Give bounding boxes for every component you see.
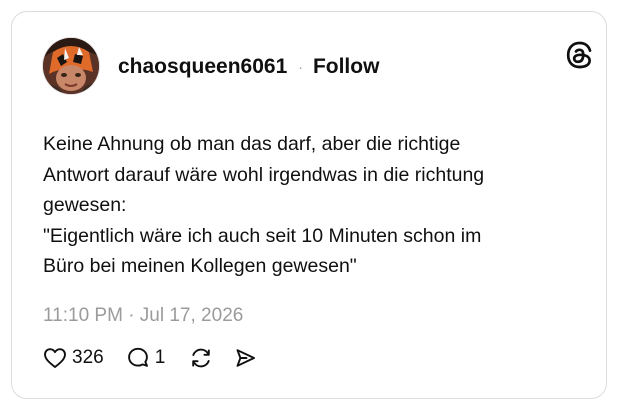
follow-button[interactable]: Follow xyxy=(313,55,380,79)
heart-icon xyxy=(44,348,66,368)
like-count: 326 xyxy=(72,347,104,368)
reply-count: 1 xyxy=(154,347,166,368)
repost-button[interactable] xyxy=(189,346,213,370)
header-separator: · xyxy=(298,59,303,75)
repost-icon xyxy=(192,348,211,368)
post-timestamp[interactable]: 11:10 PM · Jul 17, 2026 xyxy=(43,305,243,327)
avatar-image xyxy=(43,38,99,94)
speech-bubble-icon xyxy=(127,347,148,367)
like-button[interactable]: 326 xyxy=(43,346,104,370)
action-bar: 326 1 xyxy=(43,344,257,372)
threads-post-card: chaosqueen6061 · Follow Keine Ahnung ob … xyxy=(11,11,607,399)
username-link[interactable]: chaosqueen6061 xyxy=(118,55,287,79)
threads-logo-icon[interactable] xyxy=(565,41,593,69)
post-text: Keine Ahnung ob man das darf, aber die r… xyxy=(43,133,485,277)
share-button[interactable] xyxy=(233,346,257,370)
send-icon xyxy=(236,349,256,367)
avatar[interactable] xyxy=(43,38,99,94)
reply-button[interactable]: 1 xyxy=(126,346,166,370)
post-header: chaosqueen6061 · Follow xyxy=(118,55,379,79)
